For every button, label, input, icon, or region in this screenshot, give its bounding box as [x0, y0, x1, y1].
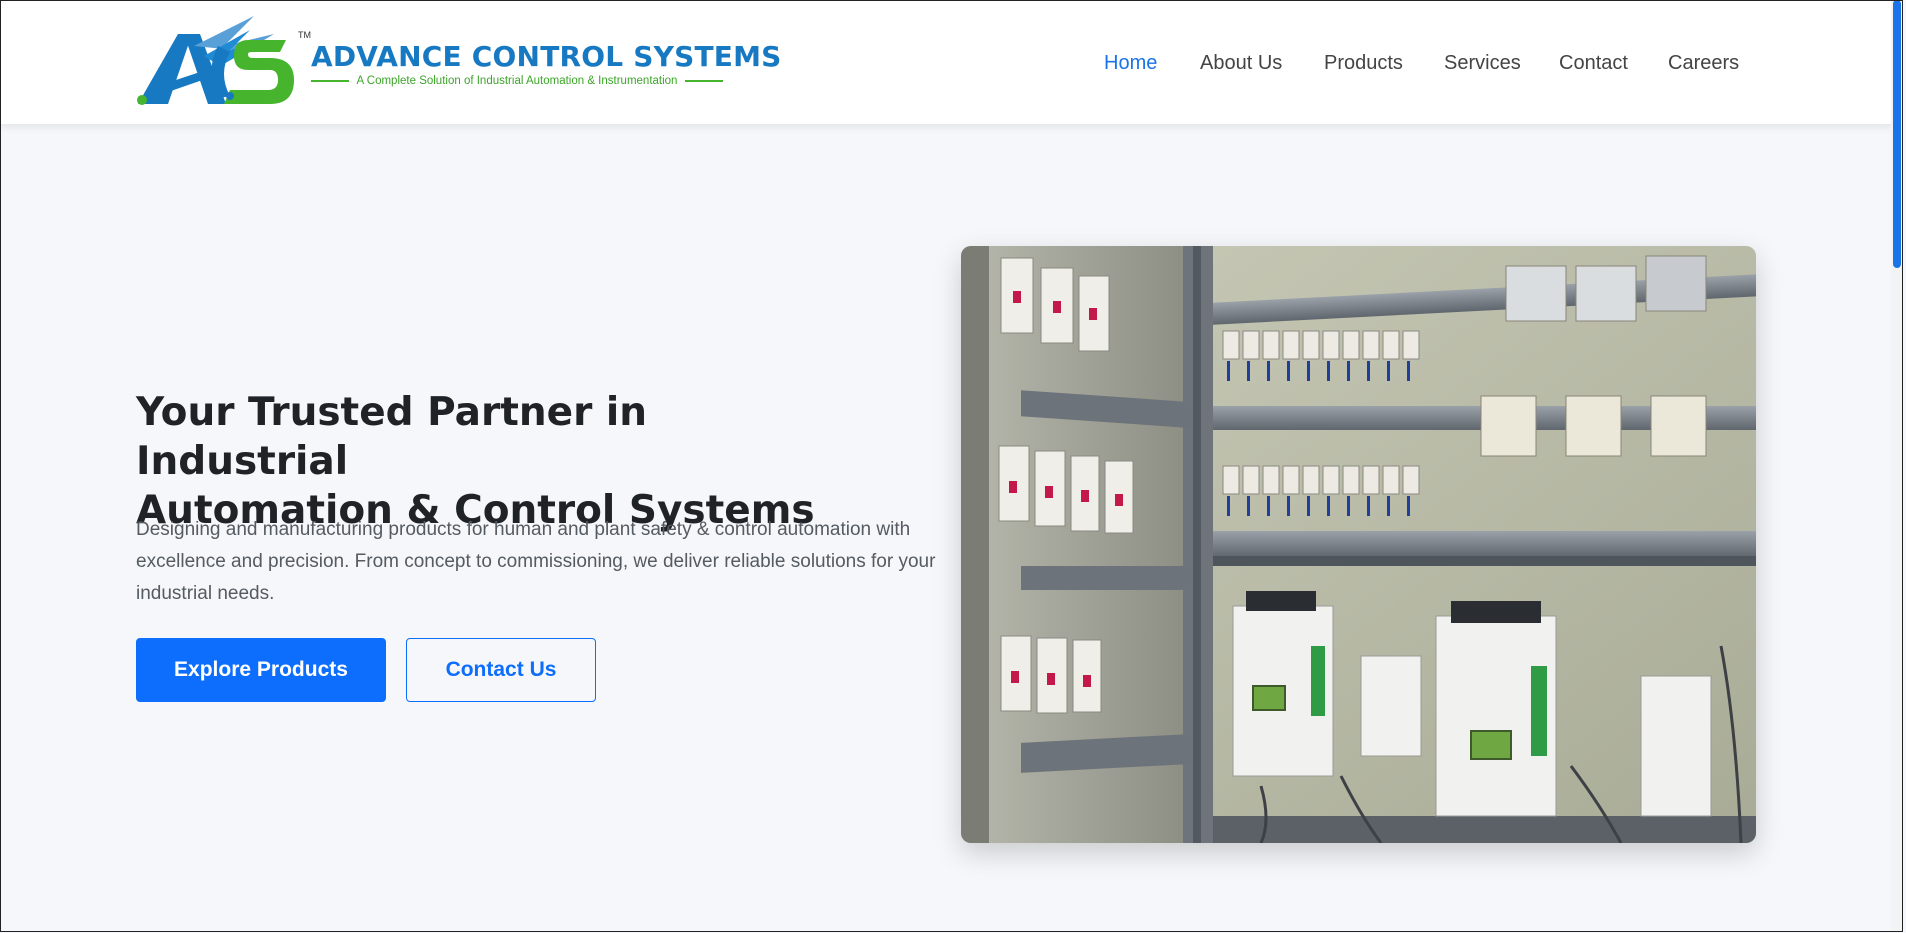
- hero-title: Your Trusted Partner in Industrial Autom…: [136, 388, 856, 535]
- site-header: TM ADVANCE CONTROL SYSTEMS A Complete So…: [0, 0, 1895, 124]
- explore-products-button[interactable]: Explore Products: [136, 638, 386, 702]
- nav-products[interactable]: Products: [1324, 52, 1403, 75]
- nav-careers[interactable]: Careers: [1668, 52, 1739, 75]
- nav-about-us[interactable]: About Us: [1200, 52, 1282, 75]
- contact-us-button[interactable]: Contact Us: [406, 638, 596, 702]
- control-panel-image: [961, 246, 1756, 843]
- brand-name[interactable]: ADVANCE CONTROL SYSTEMS: [311, 40, 782, 73]
- brand-tagline: A Complete Solution of Industrial Automa…: [311, 74, 723, 88]
- hero-title-line-1: Your Trusted Partner in Industrial: [136, 390, 648, 484]
- trademark-label: TM: [298, 30, 311, 40]
- nav-services[interactable]: Services: [1444, 52, 1521, 75]
- hero-description: Designing and manufacturing products for…: [136, 519, 936, 604]
- tagline-text: A Complete Solution of Industrial Automa…: [356, 75, 678, 87]
- nav-contact[interactable]: Contact: [1559, 52, 1628, 75]
- tagline-rule-left: [311, 80, 349, 82]
- page-scrollbar[interactable]: [1891, 0, 1903, 932]
- tagline-rule-right: [685, 80, 723, 82]
- nav-home[interactable]: Home: [1104, 52, 1157, 75]
- scrollbar-thumb[interactable]: [1893, 0, 1901, 268]
